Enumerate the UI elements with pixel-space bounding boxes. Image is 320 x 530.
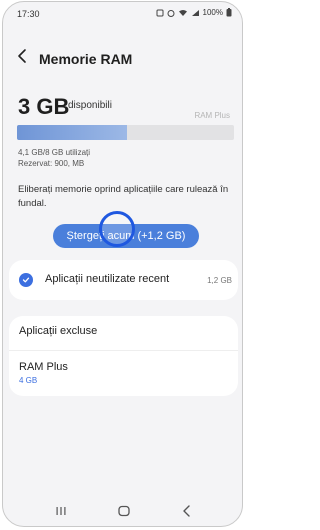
recent-apps-card[interactable]: Aplicații neutilizate recent 1,2 GB <box>9 260 238 300</box>
divider <box>9 350 238 351</box>
status-bar: 17:30 100% <box>3 2 242 26</box>
home-icon[interactable] <box>116 504 132 518</box>
description-text: Eliberați memorie oprind aplicațiile car… <box>18 184 229 209</box>
nfc-icon <box>156 9 164 17</box>
wifi-icon <box>178 9 188 17</box>
recent-apps-label: Aplicații neutilizate recent <box>45 273 170 285</box>
ram-plus-value: 4 GB <box>19 376 38 385</box>
page-title: Memorie RAM <box>39 51 133 67</box>
battery-percent: 100% <box>202 8 223 17</box>
battery-icon <box>226 8 232 17</box>
ram-used-fill <box>17 125 127 140</box>
back-icon[interactable] <box>179 504 195 518</box>
header: Memorie RAM <box>3 42 242 72</box>
status-icons: 100% <box>156 8 232 17</box>
ram-used-text: 4,1 GB/8 GB utilizați <box>18 148 91 157</box>
available-ram-label: disponibili <box>68 100 112 111</box>
ram-reserved-text: Rezervat: 900, MB <box>18 159 85 168</box>
tap-highlight-ring <box>99 211 135 247</box>
phone-frame: 17:30 100% Memorie RAM 3 GB disponibili … <box>2 1 243 527</box>
recent-apps-size: 1,2 GB <box>207 276 232 285</box>
ram-usage-details: 4,1 GB/8 GB utilizați Rezervat: 900, MB <box>18 147 90 169</box>
signal-icon <box>191 9 200 17</box>
excluded-apps-item[interactable]: Aplicații excluse <box>19 325 97 337</box>
recent-apps-icon[interactable] <box>53 504 69 518</box>
ram-usage-bar <box>17 125 234 140</box>
settings-card: Aplicații excluse RAM Plus 4 GB <box>9 316 238 396</box>
available-ram-value: 3 GB <box>18 94 70 119</box>
back-arrow-icon[interactable] <box>13 46 33 66</box>
alarm-icon <box>167 9 175 17</box>
navigation-bar <box>3 496 242 526</box>
status-time: 17:30 <box>17 9 40 19</box>
ram-plus-legend: RAM Plus <box>194 111 230 120</box>
ram-plus-item[interactable]: RAM Plus <box>19 361 68 373</box>
check-circle-icon[interactable] <box>19 273 33 287</box>
